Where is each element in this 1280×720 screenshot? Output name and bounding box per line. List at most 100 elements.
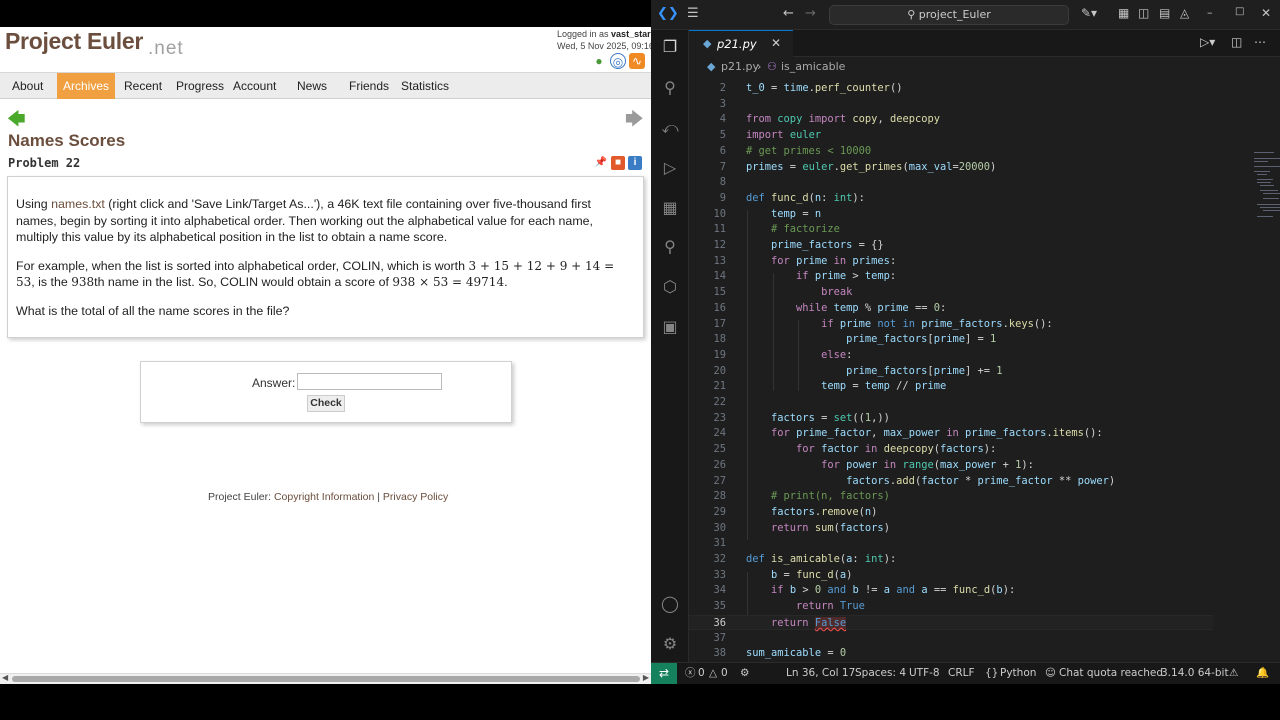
info-icon[interactable]: i: [628, 156, 642, 170]
extensions-icon[interactable]: ▦: [660, 198, 680, 218]
minimap-line: [1263, 193, 1280, 194]
rss-icon[interactable]: ∿: [629, 53, 645, 69]
nav-about[interactable]: About: [6, 73, 49, 99]
para1-text-a: Using: [16, 197, 52, 211]
command-center-search[interactable]: ⚲ project_Euler: [829, 5, 1069, 25]
page-footer: Project Euler: Copyright Information | P…: [208, 491, 448, 503]
bookmark-icon[interactable]: ■: [611, 156, 625, 170]
line-number: 2: [719, 82, 726, 94]
minimap-line: [1254, 161, 1268, 162]
forward-nav-icon[interactable]: →: [805, 6, 816, 21]
source-control-icon[interactable]: ⤺: [660, 118, 680, 138]
ports-icon[interactable]: ⚙: [740, 663, 749, 684]
code-editor[interactable]: 2 t_0 = time.perf_counter() 3 4 from copy …: [689, 77, 1280, 662]
answer-input[interactable]: [297, 373, 442, 390]
error-icon[interactable]: ⓧ: [685, 663, 696, 684]
minimap-line: [1260, 207, 1280, 208]
python-interpreter[interactable]: 3.14.0 64-bit: [1161, 663, 1229, 684]
encoding[interactable]: UTF-8: [909, 663, 940, 684]
toggle-sidebar-icon[interactable]: ◫: [1138, 6, 1149, 20]
tab-p21[interactable]: ◆ p21.py ✕: [689, 30, 793, 57]
problem-title: Names Scores: [8, 131, 126, 150]
names-file-link[interactable]: names.txt: [51, 197, 105, 211]
line-number: 31: [713, 537, 726, 550]
cursor-position[interactable]: Ln 36, Col 17: [786, 663, 855, 684]
warning-count[interactable]: 0: [721, 663, 728, 684]
remote-explorer-icon[interactable]: ▣: [660, 317, 680, 337]
login-username[interactable]: vast_stars: [611, 29, 651, 39]
layout-icon[interactable]: ▦: [1118, 6, 1129, 20]
line-number: 35: [713, 600, 726, 613]
nav-progress[interactable]: Progress: [170, 73, 230, 99]
menu-icon[interactable]: ☰: [687, 6, 699, 21]
copilot-status-icon[interactable]: ☺: [1045, 663, 1056, 684]
line-number: 15: [713, 286, 726, 299]
search-view-icon[interactable]: ⚲: [660, 78, 680, 98]
check-button[interactable]: Check: [307, 395, 345, 412]
code-line: 6 # get primes < 10000: [689, 144, 1229, 160]
scrollbar-thumb[interactable]: [12, 676, 640, 682]
pin-icon[interactable]: 📌: [594, 156, 608, 170]
minimap-line: [1257, 182, 1271, 183]
explorer-icon[interactable]: ❐: [660, 37, 680, 57]
vscode-logo-icon: ❮❯: [657, 6, 679, 21]
para2-text-b: , is the: [31, 275, 72, 289]
split-editor-icon[interactable]: ◫: [1231, 35, 1242, 49]
toggle-secondary-sidebar-icon[interactable]: ◬: [1180, 6, 1189, 20]
breadcrumb-file[interactable]: p21.py: [721, 57, 759, 77]
copyright-link[interactable]: Copyright Information: [274, 491, 374, 503]
problem-content: Using names.txt (right click and 'Save L…: [7, 176, 644, 338]
footer-prefix: Project Euler:: [208, 491, 274, 503]
horizontal-scrollbar[interactable]: ◀ ▶: [0, 673, 651, 684]
code-line: 38 sum_amicable = 0: [689, 646, 1229, 662]
chat-quota-status[interactable]: Chat quota reached: [1059, 663, 1163, 684]
warning-icon[interactable]: △: [709, 663, 717, 684]
site-logo[interactable]: Project Euler: [5, 28, 143, 55]
nav-archives[interactable]: Archives: [57, 73, 116, 99]
scroll-right-icon[interactable]: ▶: [643, 673, 649, 682]
globe-icon[interactable]: ◎: [610, 53, 626, 69]
nav-friends[interactable]: Friends: [343, 73, 395, 99]
minimize-icon[interactable]: –: [1207, 6, 1213, 19]
copilot-icon[interactable]: ✎▾: [1081, 6, 1097, 20]
maximize-icon[interactable]: □: [1235, 6, 1244, 17]
footer-separator: |: [374, 491, 383, 503]
back-nav-icon[interactable]: ←: [783, 6, 794, 21]
line-number: 13: [713, 254, 726, 267]
close-tab-icon[interactable]: ✕: [771, 36, 781, 50]
run-debug-icon[interactable]: ▷: [660, 158, 680, 178]
next-problem-arrow-icon[interactable]: 🡆: [625, 107, 644, 137]
indentation[interactable]: Spaces: 4: [855, 663, 906, 684]
breadcrumb-symbol[interactable]: is_amicable: [781, 57, 845, 77]
privacy-policy-link[interactable]: Privacy Policy: [383, 491, 448, 503]
problem-number: Problem 22: [8, 156, 81, 170]
minimap[interactable]: [1254, 152, 1280, 222]
toggle-panel-icon[interactable]: ▤: [1159, 6, 1170, 20]
minimap-line: [1260, 190, 1278, 191]
code-line: 7 primes = euler.get_primes(max_val=20000…: [689, 160, 1229, 176]
nav-news[interactable]: News: [291, 73, 333, 99]
language-mode[interactable]: Python: [1000, 663, 1036, 684]
nav-recent[interactable]: Recent: [118, 73, 168, 99]
notifications-bell-icon[interactable]: 🔔: [1256, 663, 1269, 684]
code-line: 30 return sum(factors): [689, 521, 1229, 537]
nav-statistics[interactable]: Statistics: [395, 73, 455, 99]
scroll-left-icon[interactable]: ◀: [2, 673, 8, 682]
settings-gear-icon[interactable]: ⚙: [660, 634, 680, 654]
close-window-icon[interactable]: ✕: [1261, 6, 1271, 20]
minimap-line: [1254, 158, 1280, 159]
error-count[interactable]: 0: [698, 663, 705, 684]
containers-icon[interactable]: ⬡: [660, 277, 680, 297]
line-number: 38: [713, 647, 726, 660]
testing-icon[interactable]: ⚲: [660, 237, 680, 257]
line-number: 25: [713, 443, 726, 456]
accounts-icon[interactable]: ◯: [660, 594, 680, 614]
nav-account[interactable]: Account: [227, 73, 282, 99]
add-friend-icon[interactable]: ●: [591, 53, 607, 69]
remote-indicator-icon[interactable]: ⇄: [651, 663, 677, 684]
more-actions-icon[interactable]: ⋯: [1254, 35, 1266, 49]
run-file-icon[interactable]: ▷▾: [1200, 35, 1215, 49]
no-notifications-icon[interactable]: ⚠: [1229, 663, 1238, 684]
line-number: 37: [713, 631, 726, 644]
line-endings[interactable]: CRLF: [948, 663, 975, 684]
